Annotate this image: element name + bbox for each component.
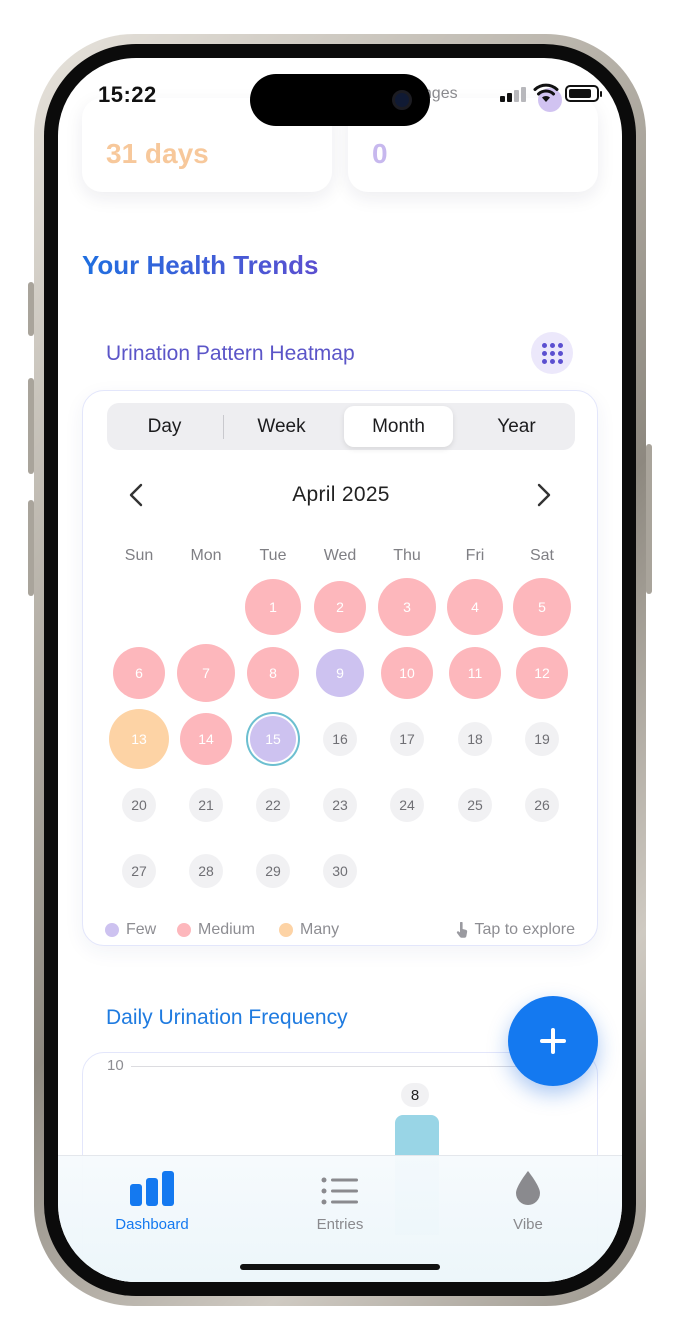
hand-tap-icon: [457, 922, 468, 938]
stat-value-streak: 31 days: [106, 138, 209, 169]
tab-label-dashboard: Dashboard: [115, 1216, 189, 1233]
power-button: [646, 444, 652, 594]
tab-vibe[interactable]: Vibe: [458, 1166, 598, 1233]
legend-item-few: Few: [105, 921, 156, 939]
heatmap-view-toggle-button[interactable]: [531, 332, 573, 374]
battery-icon: [565, 85, 602, 102]
heatmap-title: Urination Pattern Heatmap: [106, 342, 355, 365]
calendar-day[interactable]: 26: [525, 788, 559, 822]
tab-day[interactable]: Day: [110, 406, 219, 447]
tab-dashboard[interactable]: Dashboard: [82, 1166, 222, 1233]
calendar-day[interactable]: 17: [390, 722, 424, 756]
calendar-day[interactable]: 5: [513, 578, 571, 636]
weekday-label: Tue: [259, 547, 287, 564]
month-label: April 2025: [292, 483, 390, 506]
calendar-day-today[interactable]: 15: [250, 716, 296, 762]
calendar-day[interactable]: 14: [180, 713, 232, 765]
calendar-day[interactable]: 30: [323, 854, 357, 888]
weekday-label: Sat: [529, 547, 554, 564]
tap-to-explore-hint: Tap to explore: [455, 921, 575, 939]
add-entry-button[interactable]: [508, 996, 598, 1086]
calendar-day[interactable]: 27: [122, 854, 156, 888]
calendar-day[interactable]: 11: [449, 647, 501, 699]
tap-to-explore-label: Tap to explore: [474, 921, 575, 938]
stat-value-changes: 0: [372, 138, 388, 169]
calendar-day[interactable]: 2: [314, 581, 366, 633]
calendar-day[interactable]: 20: [122, 788, 156, 822]
chevron-right-icon[interactable]: [529, 481, 557, 509]
calendar-day[interactable]: 12: [516, 647, 568, 699]
weekday-label: Wed: [323, 547, 357, 564]
calendar-day[interactable]: 18: [458, 722, 492, 756]
weekday-label: Mon: [190, 547, 222, 564]
calendar-day[interactable]: 21: [189, 788, 223, 822]
home-indicator: [240, 1264, 440, 1270]
list-icon: [270, 1166, 410, 1206]
weekday-label: Sun: [124, 547, 154, 564]
frequency-chart-title: Daily Urination Frequency: [106, 1006, 348, 1029]
calendar-day[interactable]: 29: [256, 854, 290, 888]
segment-divider: [223, 415, 224, 439]
calendar-day[interactable]: 16: [323, 722, 357, 756]
tab-year[interactable]: Year: [462, 406, 571, 447]
camera-icon: [392, 90, 412, 110]
calendar-day[interactable]: 8: [247, 647, 299, 699]
legend-swatch-many: [279, 923, 293, 937]
drop-icon: [458, 1166, 598, 1206]
plus-icon: [540, 1028, 566, 1054]
legend-item-medium: Medium: [177, 921, 255, 939]
bottom-tab-bar: Dashboard Entries Vibe: [58, 1155, 622, 1282]
wifi-icon: [533, 83, 559, 102]
calendar-day[interactable]: 3: [378, 578, 436, 636]
status-time: 15:22: [98, 82, 157, 107]
y-axis-max-label: 10: [107, 1057, 124, 1074]
bar-value-badge: 8: [401, 1083, 429, 1107]
app-screen: 31 days 0 anges 15:22 Your Health Trends…: [58, 58, 622, 1282]
cellular-signal-icon: [500, 86, 528, 102]
calendar-day[interactable]: 7: [177, 644, 235, 702]
calendar-day[interactable]: 10: [381, 647, 433, 699]
calendar-day[interactable]: 6: [113, 647, 165, 699]
period-segmented-control: Day Week Month Year: [107, 403, 575, 450]
calendar-day[interactable]: 22: [256, 788, 290, 822]
legend-label-medium: Medium: [198, 921, 255, 938]
bar-chart-icon: [82, 1166, 222, 1206]
volume-down-button: [28, 500, 34, 596]
volume-up-button: [28, 378, 34, 474]
calendar-day[interactable]: 13: [109, 709, 169, 769]
tab-label-entries: Entries: [316, 1216, 364, 1233]
calendar-day[interactable]: 19: [525, 722, 559, 756]
heatmap-card: Day Week Month Year April 2025 Sun Mon Tue…: [82, 390, 598, 946]
tab-month[interactable]: Month: [344, 406, 453, 447]
dynamic-island: [250, 74, 430, 126]
tab-week[interactable]: Week: [227, 406, 336, 447]
calendar-day[interactable]: 28: [189, 854, 223, 888]
calendar-day[interactable]: 24: [390, 788, 424, 822]
calendar-day[interactable]: 9: [316, 649, 364, 697]
calendar-day[interactable]: 1: [245, 579, 301, 635]
legend-swatch-few: [105, 923, 119, 937]
calendar-day[interactable]: 4: [447, 579, 503, 635]
action-button: [28, 282, 34, 336]
tab-entries[interactable]: Entries: [270, 1166, 410, 1233]
grid-icon: [541, 342, 563, 364]
calendar-day[interactable]: 25: [458, 788, 492, 822]
weekday-label: Fri: [465, 547, 485, 564]
month-navigation: April 2025: [83, 477, 599, 513]
legend-item-many: Many: [279, 921, 339, 939]
legend-label-many: Many: [300, 921, 340, 938]
legend-label-few: Few: [126, 921, 157, 938]
health-trends-title: Your Health Trends: [82, 250, 319, 280]
tab-label-vibe: Vibe: [513, 1216, 543, 1233]
weekday-label: Thu: [393, 547, 421, 564]
calendar-day[interactable]: 23: [323, 788, 357, 822]
legend-swatch-medium: [177, 923, 191, 937]
